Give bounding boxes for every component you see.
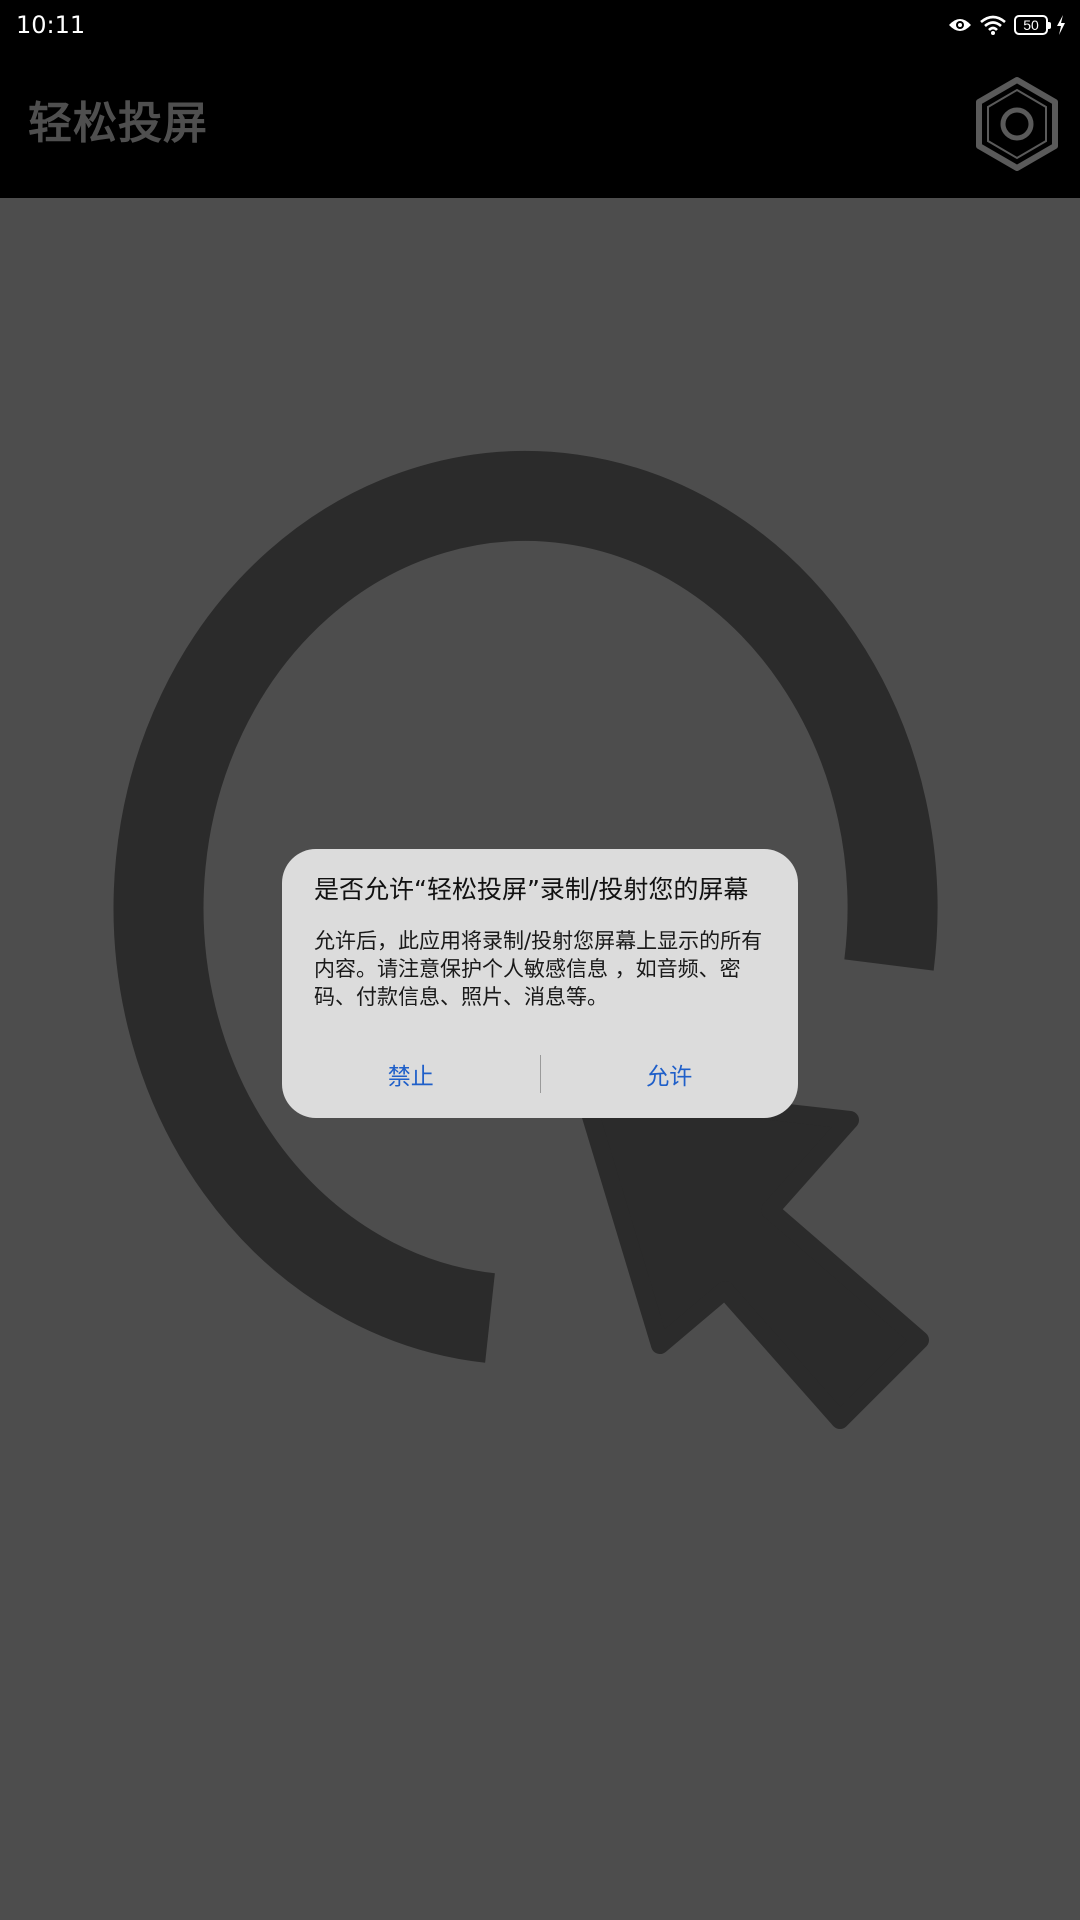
eye-icon [949,19,971,31]
status-bar: 10:11 50 [0,0,1080,50]
status-icons: 50 [948,10,1066,40]
screen: 10:11 50 轻松投屏 是否允许“轻松投屏”录制/投射您的屏幕 允许后，此应… [0,0,1080,1920]
status-time: 10:11 [16,11,86,39]
deny-button[interactable]: 禁止 [282,1044,540,1104]
allow-button[interactable]: 允许 [541,1044,799,1104]
app-bar: 轻松投屏 [0,50,1080,198]
dialog-message: 允许后，此应用将录制/投射您屏幕上显示的所有内容。请注意保护个人敏感信息 ，如音… [314,929,763,1009]
app-title: 轻松投屏 [28,98,208,149]
dialog-actions: 禁止 允许 [282,1030,798,1118]
screen-capture-permission-dialog: 是否允许“轻松投屏”录制/投射您的屏幕 允许后，此应用将录制/投射您屏幕上显示的… [282,849,798,1118]
battery-level: 50 [1023,17,1039,33]
charging-bolt-icon [1057,15,1065,35]
hexagon-settings-icon [976,77,1058,171]
dialog-title: 是否允许“轻松投屏”录制/投射您的屏幕 [314,875,749,904]
settings-button[interactable] [972,76,1062,172]
wifi-icon [980,15,1006,35]
battery-icon: 50 [1014,15,1051,35]
